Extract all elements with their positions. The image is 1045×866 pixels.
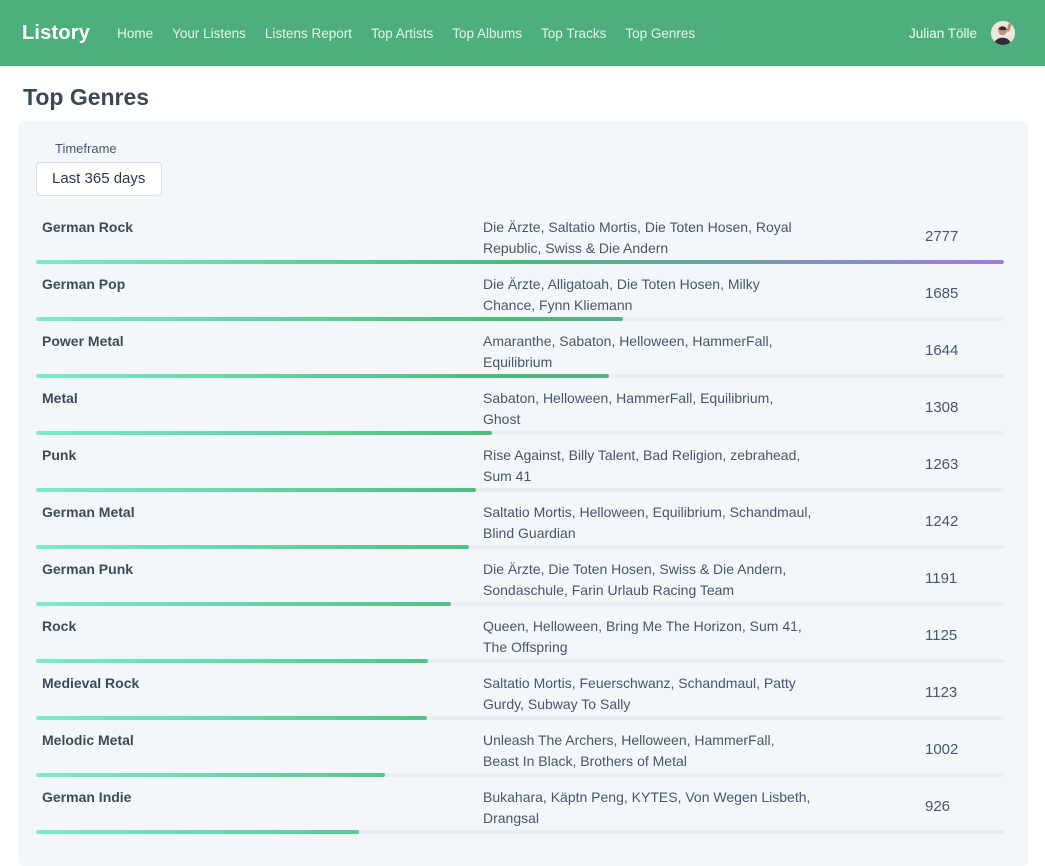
genre-artists: Die Ärzte, Alligatoah, Die Toten Hosen, …	[483, 272, 813, 315]
genre-name: Power Metal	[36, 329, 483, 351]
genre-bar-track	[36, 773, 1004, 777]
genre-artists: Saltatio Mortis, Feuerschwanz, Schandmau…	[483, 671, 813, 714]
row-content: Medieval RockSaltatio Mortis, Feuerschwa…	[36, 671, 1004, 714]
genre-bar-track	[36, 374, 1004, 378]
genre-bar-fill	[36, 431, 492, 435]
row-content: PunkRise Against, Billy Talent, Bad Reli…	[36, 443, 1004, 486]
genre-bar-fill	[36, 317, 623, 321]
genre-listens: 1685	[925, 285, 1004, 302]
genre-name: Metal	[36, 386, 483, 408]
timeframe-label: Timeframe	[55, 141, 1004, 156]
table-row: German MetalSaltatio Mortis, Helloween, …	[36, 500, 1004, 549]
genre-bar-track	[36, 488, 1004, 492]
nav-item-top-tracks[interactable]: Top Tracks	[541, 26, 606, 41]
table-row: Medieval RockSaltatio Mortis, Feuerschwa…	[36, 671, 1004, 720]
main-nav: Home Your Listens Listens Report Top Artist…	[117, 26, 695, 41]
genre-bar-track	[36, 431, 1004, 435]
genre-bar-fill	[36, 545, 469, 549]
row-content: German IndieBukahara, Käptn Peng, KYTES,…	[36, 785, 1004, 828]
table-row: Melodic MetalUnleash The Archers, Hellow…	[36, 728, 1004, 777]
genre-name: German Metal	[36, 500, 483, 522]
page-title: Top Genres	[23, 84, 1045, 111]
nav-item-top-genres[interactable]: Top Genres	[625, 26, 695, 41]
table-row: German PopDie Ärzte, Alligatoah, Die Tot…	[36, 272, 1004, 321]
genre-listens: 1125	[925, 627, 1004, 644]
genre-artists: Saltatio Mortis, Helloween, Equilibrium,…	[483, 500, 813, 543]
app-header: Listory Home Your Listens Listens Report To…	[0, 0, 1045, 66]
genre-bar-track	[36, 716, 1004, 720]
timeframe-select[interactable]: Last 365 days	[36, 162, 162, 196]
genre-listens: 1644	[925, 342, 1004, 359]
genre-artists: Bukahara, Käptn Peng, KYTES, Von Wegen L…	[483, 785, 813, 828]
row-content: German MetalSaltatio Mortis, Helloween, …	[36, 500, 1004, 543]
genre-name: Melodic Metal	[36, 728, 483, 750]
genre-artists: Sabaton, Helloween, HammerFall, Equilibr…	[483, 386, 813, 429]
genre-name: German Punk	[36, 557, 483, 579]
genre-bar-fill	[36, 830, 359, 834]
genre-bar-track	[36, 602, 1004, 606]
genre-name: German Pop	[36, 272, 483, 294]
nav-item-your-listens[interactable]: Your Listens	[172, 26, 246, 41]
table-row: German IndieBukahara, Käptn Peng, KYTES,…	[36, 785, 1004, 834]
genre-name: German Indie	[36, 785, 483, 807]
genre-artists: Die Ärzte, Saltatio Mortis, Die Toten Ho…	[483, 215, 813, 258]
genre-bar-fill	[36, 488, 476, 492]
genre-bar-track	[36, 260, 1004, 264]
genre-listens: 1123	[925, 684, 1004, 701]
row-content: German PopDie Ärzte, Alligatoah, Die Tot…	[36, 272, 1004, 315]
table-row: German RockDie Ärzte, Saltatio Mortis, D…	[36, 215, 1004, 264]
table-row: Power MetalAmaranthe, Sabaton, Helloween…	[36, 329, 1004, 378]
genre-name: German Rock	[36, 215, 483, 237]
genre-bar-fill	[36, 602, 451, 606]
genre-artists: Amaranthe, Sabaton, Helloween, HammerFal…	[483, 329, 813, 372]
genre-bar-track	[36, 830, 1004, 834]
genre-artists: Rise Against, Billy Talent, Bad Religion…	[483, 443, 813, 486]
row-content: RockQueen, Helloween, Bring Me The Horiz…	[36, 614, 1004, 657]
nav-item-listens-report[interactable]: Listens Report	[265, 26, 352, 41]
nav-item-top-albums[interactable]: Top Albums	[452, 26, 522, 41]
user-avatar[interactable]	[991, 21, 1015, 45]
genre-bar-fill	[36, 773, 385, 777]
genre-bar-fill	[36, 659, 428, 663]
genre-listens: 1263	[925, 456, 1004, 473]
genre-bar-fill	[36, 374, 609, 378]
genre-listens: 2777	[925, 228, 1004, 245]
genre-artists: Queen, Helloween, Bring Me The Horizon, …	[483, 614, 813, 657]
table-row: RockQueen, Helloween, Bring Me The Horiz…	[36, 614, 1004, 663]
row-content: Melodic MetalUnleash The Archers, Hellow…	[36, 728, 1004, 771]
genre-bar-fill	[36, 716, 427, 720]
genre-listens: 1191	[925, 570, 1004, 587]
genre-name: Rock	[36, 614, 483, 636]
user-photo-icon	[991, 21, 1015, 45]
nav-item-top-artists[interactable]: Top Artists	[371, 26, 433, 41]
genre-bar-track	[36, 545, 1004, 549]
genre-listens: 926	[925, 798, 1004, 815]
table-row: German PunkDie Ärzte, Die Toten Hosen, S…	[36, 557, 1004, 606]
genre-bar-track	[36, 317, 1004, 321]
nav-item-home[interactable]: Home	[117, 26, 153, 41]
genre-bar-fill	[36, 260, 1004, 264]
table-row: PunkRise Against, Billy Talent, Bad Reli…	[36, 443, 1004, 492]
genres-table: German RockDie Ärzte, Saltatio Mortis, D…	[36, 215, 1004, 834]
genre-listens: 1242	[925, 513, 1004, 530]
genres-card: Timeframe Last 365 days German RockDie Ä…	[18, 121, 1028, 866]
row-content: German PunkDie Ärzte, Die Toten Hosen, S…	[36, 557, 1004, 600]
genre-listens: 1308	[925, 399, 1004, 416]
row-content: MetalSabaton, Helloween, HammerFall, Equ…	[36, 386, 1004, 429]
genre-name: Medieval Rock	[36, 671, 483, 693]
row-content: German RockDie Ärzte, Saltatio Mortis, D…	[36, 215, 1004, 258]
genre-listens: 1002	[925, 741, 1004, 758]
app-logo[interactable]: Listory	[22, 22, 90, 45]
genre-name: Punk	[36, 443, 483, 465]
genre-artists: Unleash The Archers, Helloween, HammerFa…	[483, 728, 813, 771]
row-content: Power MetalAmaranthe, Sabaton, Helloween…	[36, 329, 1004, 372]
user-name[interactable]: Julian Tölle	[909, 26, 977, 41]
table-row: MetalSabaton, Helloween, HammerFall, Equ…	[36, 386, 1004, 435]
genre-bar-track	[36, 659, 1004, 663]
genre-artists: Die Ärzte, Die Toten Hosen, Swiss & Die …	[483, 557, 813, 600]
